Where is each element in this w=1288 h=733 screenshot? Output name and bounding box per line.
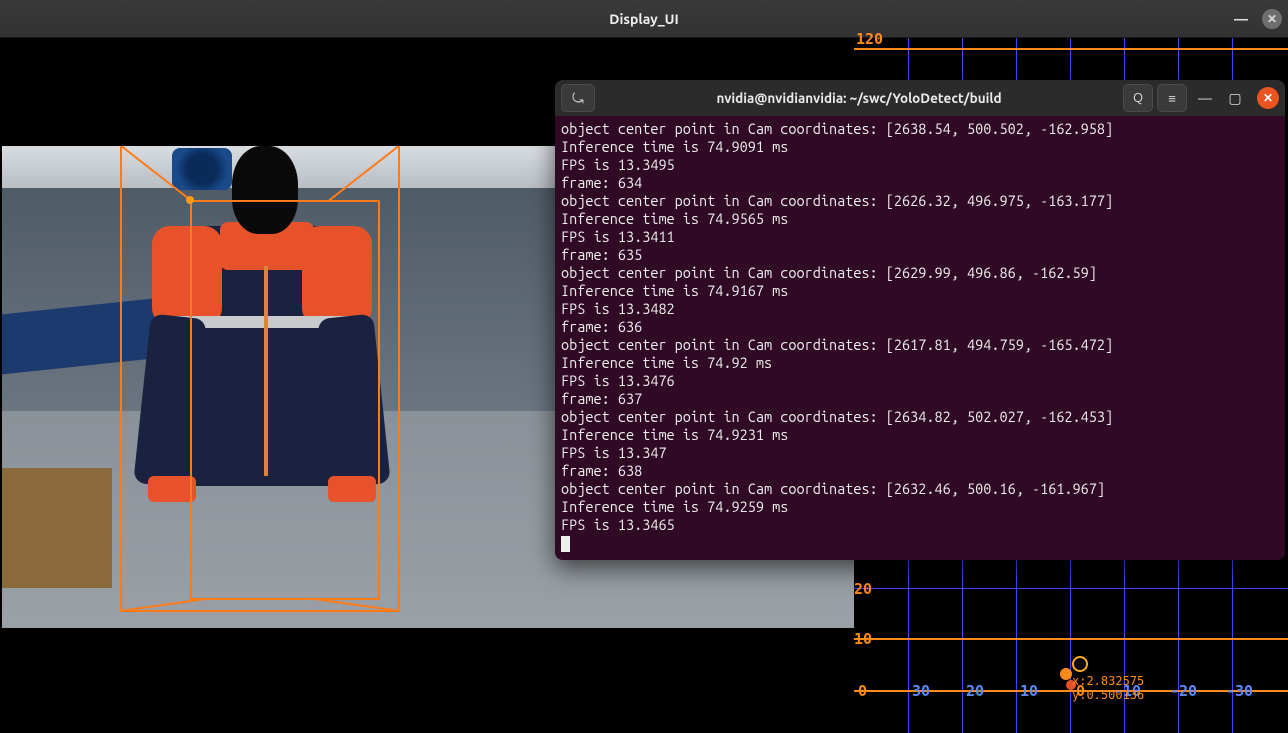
terminal-cursor [561,536,570,552]
point-y-label: y:0.500136 [1072,688,1144,702]
terminal-line: object center point in Cam coordinates: … [561,480,1105,497]
close-icon: ✕ [1267,12,1277,26]
terminal-window: ⤿ nvidia@nvidianvidia: ~/swc/YoloDetect/… [555,80,1285,560]
terminal-line: FPS is 13.3476 [561,372,675,389]
menu-button[interactable]: ≡ [1157,84,1187,112]
terminal-maximize-button[interactable]: ▢ [1227,90,1243,107]
new-tab-icon: ⤿ [572,90,584,107]
terminal-title: nvidia@nvidianvidia: ~/swc/YoloDetect/bu… [599,90,1119,106]
minimize-button[interactable]: — [1232,11,1250,27]
terminal-line: object center point in Cam coordinates: … [561,336,1113,353]
terminal-line: frame: 636 [561,318,642,335]
terminal-line: Inference time is 74.9167 ms [561,282,788,299]
close-icon: ✕ [1263,91,1273,105]
cardboard-box [2,468,112,588]
terminal-minimize-button[interactable]: — [1197,90,1213,106]
y-tick-20: 20 [854,580,872,598]
terminal-line: frame: 637 [561,390,642,407]
terminal-line: object center point in Cam coordinates: … [561,264,1097,281]
display-window-controls: — ✕ [1232,0,1282,37]
terminal-window-controls: — ▢ ✕ [1197,87,1279,109]
display-title: Display_UI [609,11,678,27]
terminal-line: FPS is 13.3482 [561,300,675,317]
data-ring [1072,656,1088,672]
terminal-line: object center point in Cam coordinates: … [561,192,1113,209]
x-tick-20: 20 [966,682,984,700]
terminal-line: FPS is 13.3465 [561,516,675,533]
new-tab-button[interactable]: ⤿ [561,84,595,112]
terminal-line: FPS is 13.3411 [561,228,675,245]
search-button[interactable]: Q [1123,84,1153,112]
close-button[interactable]: ✕ [1262,9,1282,29]
terminal-line: Inference time is 74.9091 ms [561,138,788,155]
terminal-line: Inference time is 74.9231 ms [561,426,788,443]
terminal-titlebar[interactable]: ⤿ nvidia@nvidianvidia: ~/swc/YoloDetect/… [555,80,1285,116]
terminal-close-button[interactable]: ✕ [1257,87,1279,109]
detected-person [142,146,382,616]
y-tick-0: 0 [858,682,867,700]
x-tick-n30: -30 [1226,682,1253,700]
x-tick-30: 30 [912,682,930,700]
terminal-output[interactable]: object center point in Cam coordinates: … [555,116,1285,560]
x-tick-n20: -20 [1170,682,1197,700]
terminal-line: object center point in Cam coordinates: … [561,408,1113,425]
terminal-line: Inference time is 74.9259 ms [561,498,788,515]
menu-icon: ≡ [1168,91,1176,106]
terminal-line: frame: 635 [561,246,642,263]
terminal-line: frame: 638 [561,462,642,479]
x-tick-10: 10 [1020,682,1038,700]
point-x-label: x:2.832575 [1072,674,1144,688]
display-titlebar[interactable]: Display_UI — ✕ [0,0,1288,38]
terminal-line: object center point in Cam coordinates: … [561,120,1113,137]
terminal-line: Inference time is 74.92 ms [561,354,772,371]
y-tick-top: 120 [856,30,883,48]
y-tick-10: 10 [854,630,872,648]
terminal-line: Inference time is 74.9565 ms [561,210,788,227]
terminal-line: FPS is 13.3495 [561,156,675,173]
search-icon: Q [1133,91,1143,105]
data-point [1060,668,1072,680]
terminal-line: FPS is 13.347 [561,444,667,461]
terminal-line: frame: 634 [561,174,642,191]
